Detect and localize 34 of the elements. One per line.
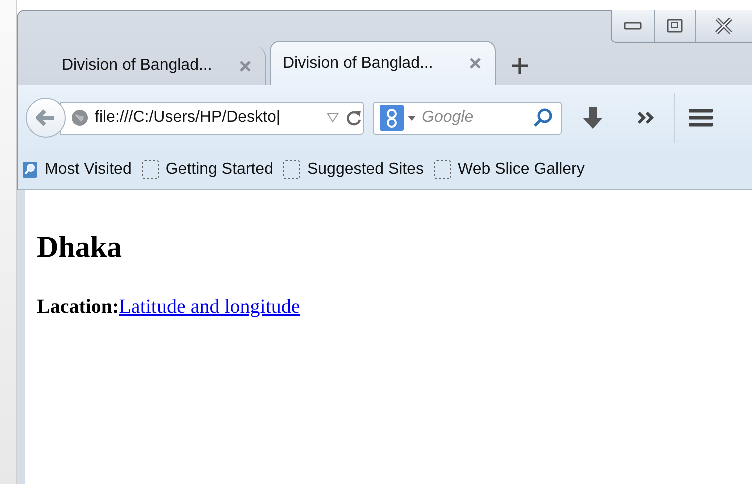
download-icon[interactable] — [582, 106, 604, 130]
bookmark-label: Most Visited — [45, 161, 132, 179]
blank-page-icon — [142, 160, 160, 180]
bookmark-item[interactable]: Web Slice Gallery — [434, 160, 585, 180]
close-window-icon[interactable] — [715, 18, 733, 34]
globe-icon — [71, 109, 89, 127]
minimize-icon[interactable] — [624, 22, 642, 30]
bookmark-label: Getting Started — [166, 161, 274, 179]
browser-tab[interactable]: Division of Banglad... — [270, 41, 496, 85]
search-engine-icon[interactable] — [380, 105, 404, 131]
bookmark-label: Suggested Sites — [307, 161, 424, 179]
caret-icon[interactable] — [408, 116, 416, 120]
bookmark-item[interactable]: Most Visited — [22, 161, 132, 179]
bookmark-item[interactable]: Getting Started — [142, 160, 274, 180]
close-icon[interactable] — [470, 58, 481, 69]
plus-icon[interactable] — [511, 57, 529, 75]
reload-icon[interactable] — [345, 109, 363, 127]
search-box[interactable]: Google — [373, 102, 562, 134]
back-button[interactable] — [26, 98, 66, 138]
address-field[interactable]: file:///C:/Users/HP/Deskto| — [60, 102, 364, 134]
maximize-icon[interactable] — [667, 19, 683, 33]
coordinates-link[interactable]: Latitude and longitude — [119, 296, 300, 318]
bookmark-label: Web Slice Gallery — [458, 161, 585, 179]
overflow-icon[interactable] — [637, 111, 655, 125]
search-icon[interactable] — [533, 108, 553, 128]
search-field[interactable]: Google — [420, 108, 524, 128]
blank-page-icon — [283, 160, 302, 180]
location-label: Lacation: — [37, 296, 120, 318]
blank-page-icon — [434, 160, 452, 180]
page-heading: Dhaka — [37, 230, 124, 266]
dropdown-icon[interactable] — [327, 113, 339, 123]
back-arrow-icon — [36, 109, 56, 127]
menu-icon[interactable] — [689, 108, 713, 128]
bookmark-item[interactable]: Suggested Sites — [283, 160, 424, 180]
